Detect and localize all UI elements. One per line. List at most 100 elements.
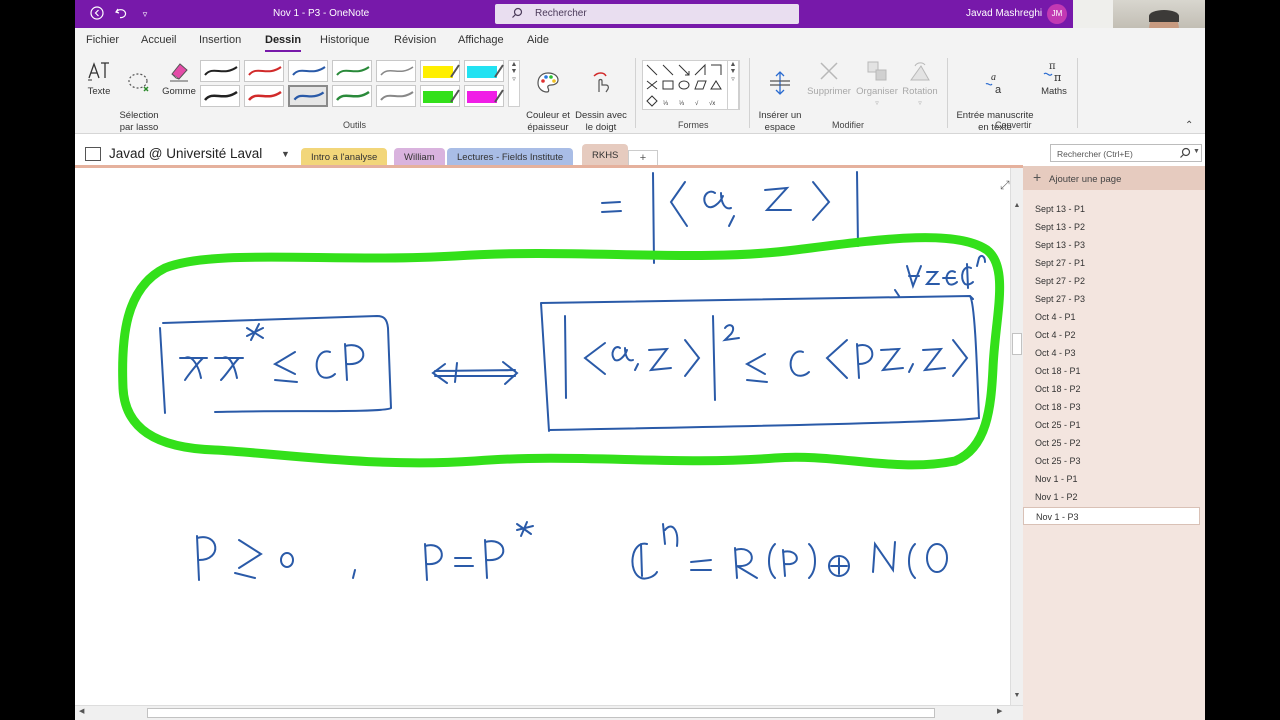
tab-fichier[interactable]: Fichier [86, 34, 119, 46]
page-item-oct18-p2[interactable]: Oct 18 - P2 [1023, 380, 1201, 398]
page-item-nov1-p2[interactable]: Nov 1 - P2 [1023, 488, 1201, 506]
pen-gray-1[interactable] [376, 60, 416, 82]
shapes-gallery[interactable]: ⅓ ⅓ √ √x ▲ ▼ ▿ [642, 60, 740, 110]
math-button[interactable]: ππ Maths [1037, 58, 1071, 98]
pen-black-1[interactable] [200, 60, 240, 82]
tab-aide[interactable]: Aide [527, 34, 549, 46]
pen-red-2[interactable] [244, 85, 284, 107]
window-title: Nov 1 - P3 - OneNote [273, 8, 370, 19]
collapse-ribbon-icon[interactable]: ⌃ [1185, 120, 1193, 131]
search-input[interactable]: Rechercher [495, 4, 799, 24]
notebook-icon[interactable] [85, 147, 101, 161]
plus-icon: + [1033, 169, 1042, 185]
palette-icon [537, 72, 559, 93]
page-item-oct18-p1[interactable]: Oct 18 - P1 [1023, 362, 1201, 380]
pen-blue-1[interactable] [288, 60, 328, 82]
shapes-gallery-scroll[interactable]: ▲ ▼ ▿ [727, 60, 739, 110]
eraser-button[interactable]: Gomme [161, 58, 197, 98]
page-item-sept27-p3[interactable]: Sept 27 - P3 [1023, 290, 1201, 308]
section-tab-rkhs[interactable]: RKHS [582, 144, 629, 166]
pen-black-2[interactable] [200, 85, 240, 107]
section-tab-lectures[interactable]: Lectures - Fields Institute [447, 148, 574, 166]
color-thickness-button[interactable]: Couleur et épaisseur [525, 58, 571, 134]
highlighter-cyan[interactable] [464, 60, 504, 82]
letterbox-left [0, 0, 75, 720]
page-item-sept27-p2[interactable]: Sept 27 - P2 [1023, 272, 1201, 290]
vertical-scrollbar[interactable]: ▲ ▼ [1010, 168, 1023, 705]
page-item-oct4-p2[interactable]: Oct 4 - P2 [1023, 326, 1201, 344]
svg-text:a: a [991, 72, 996, 83]
search-scope-caret-icon[interactable]: ▼ [1193, 148, 1200, 155]
tab-revision[interactable]: Révision [394, 34, 436, 46]
add-section-button[interactable]: + [628, 150, 658, 166]
undo-icon[interactable] [113, 6, 129, 22]
page-item-oct25-p2[interactable]: Oct 25 - P2 [1023, 434, 1201, 452]
expand-page-icon[interactable]: ⤢ [1000, 178, 1010, 193]
horizontal-scrollbar[interactable]: ◀ ▶ [75, 705, 1023, 720]
page-item-sept13-p3[interactable]: Sept 13 - P3 [1023, 236, 1201, 254]
tab-dessin[interactable]: Dessin [265, 34, 302, 52]
pen-green-2[interactable] [332, 85, 372, 107]
pen-gallery-scroll[interactable]: ▲ ▼ ▿ [508, 60, 520, 107]
scroll-left-icon[interactable]: ◀ [79, 707, 84, 715]
note-canvas[interactable] [75, 168, 1010, 705]
tab-affichage[interactable]: Affichage [458, 34, 504, 46]
user-name[interactable]: Javad Mashreghi [966, 8, 1042, 19]
svg-text:√: √ [695, 100, 699, 107]
page-item-nov1-p3[interactable]: Nov 1 - P3 [1023, 507, 1200, 525]
scroll-down-icon[interactable]: ▼ [1011, 692, 1023, 699]
highlighter-yellow[interactable] [420, 60, 460, 82]
group-label-outils: Outils [343, 120, 367, 130]
search-placeholder: Rechercher [535, 8, 587, 19]
pen-gray-2[interactable] [376, 85, 416, 107]
pen-green-1[interactable] [332, 60, 372, 82]
back-icon[interactable] [89, 6, 105, 22]
section-tab-intro[interactable]: Intro a l'analyse [301, 148, 388, 166]
tab-accueil[interactable]: Accueil [141, 34, 176, 46]
page-item-oct4-p1[interactable]: Oct 4 - P1 [1023, 308, 1201, 326]
group-label-convertir: Convertir [995, 120, 1032, 130]
ink-bottom-line [196, 521, 948, 581]
search-icon [512, 7, 523, 18]
scroll-right-icon[interactable]: ▶ [997, 707, 1002, 715]
insert-space-button[interactable]: Insérer un espace [755, 58, 805, 134]
notebook-name[interactable]: Javad @ Université Laval [109, 146, 262, 161]
rotate-icon [910, 62, 930, 81]
type-text-icon [88, 62, 109, 81]
quick-access-chevron-icon[interactable]: ▿ [137, 6, 153, 22]
ink-drawing [118, 171, 1005, 581]
rotate-button[interactable]: Rotation ▿ [901, 58, 939, 110]
svg-text:π: π [1054, 71, 1061, 84]
type-text-button[interactable]: Texte [84, 58, 114, 98]
pen-blue-selected[interactable] [288, 85, 328, 107]
arrange-button[interactable]: Organiser ▿ [855, 58, 899, 110]
tab-historique[interactable]: Historique [320, 34, 370, 46]
page-item-sept27-p1[interactable]: Sept 27 - P1 [1023, 254, 1201, 272]
vertical-scroll-thumb[interactable] [1012, 333, 1022, 355]
tab-insertion[interactable]: Insertion [199, 34, 241, 46]
section-tab-william[interactable]: William [394, 148, 445, 166]
notebook-caret-icon[interactable]: ▼ [281, 149, 290, 159]
horizontal-scroll-thumb[interactable] [147, 708, 935, 718]
scroll-up-icon[interactable]: ▲ [1011, 202, 1023, 209]
delete-button[interactable]: Supprimer [805, 58, 853, 98]
lasso-select-button[interactable]: Sélection par lasso [117, 58, 161, 134]
highlighter-magenta[interactable] [464, 85, 504, 107]
highlighter-green[interactable] [420, 85, 460, 107]
search-pages-input[interactable]: Rechercher (Ctrl+E) ▼ [1050, 144, 1202, 162]
page-item-oct25-p1[interactable]: Oct 25 - P1 [1023, 416, 1201, 434]
draw-with-touch-button[interactable]: Dessin avec le doigt [573, 58, 629, 134]
svg-text:a: a [995, 84, 1002, 96]
page-item-oct18-p3[interactable]: Oct 18 - P3 [1023, 398, 1201, 416]
page-item-nov1-p1[interactable]: Nov 1 - P1 [1023, 470, 1201, 488]
page-item-oct25-p3[interactable]: Oct 25 - P3 [1023, 452, 1201, 470]
pen-red-1[interactable] [244, 60, 284, 82]
add-page-button[interactable]: + Ajouter une page [1023, 166, 1205, 190]
pen-gallery: ▲ ▼ ▿ [200, 60, 522, 110]
page-item-sept13-p2[interactable]: Sept 13 - P2 [1023, 218, 1201, 236]
ribbon: Texte Sélection par lasso Gomme ▲ ▼ ▿ Ou… [75, 54, 1205, 134]
avatar[interactable]: JM [1047, 4, 1067, 24]
page-item-sept13-p1[interactable]: Sept 13 - P1 [1023, 200, 1201, 218]
menu-bar: Fichier Accueil Insertion Dessin Histori… [75, 28, 1205, 54]
page-item-oct4-p3[interactable]: Oct 4 - P3 [1023, 344, 1201, 362]
